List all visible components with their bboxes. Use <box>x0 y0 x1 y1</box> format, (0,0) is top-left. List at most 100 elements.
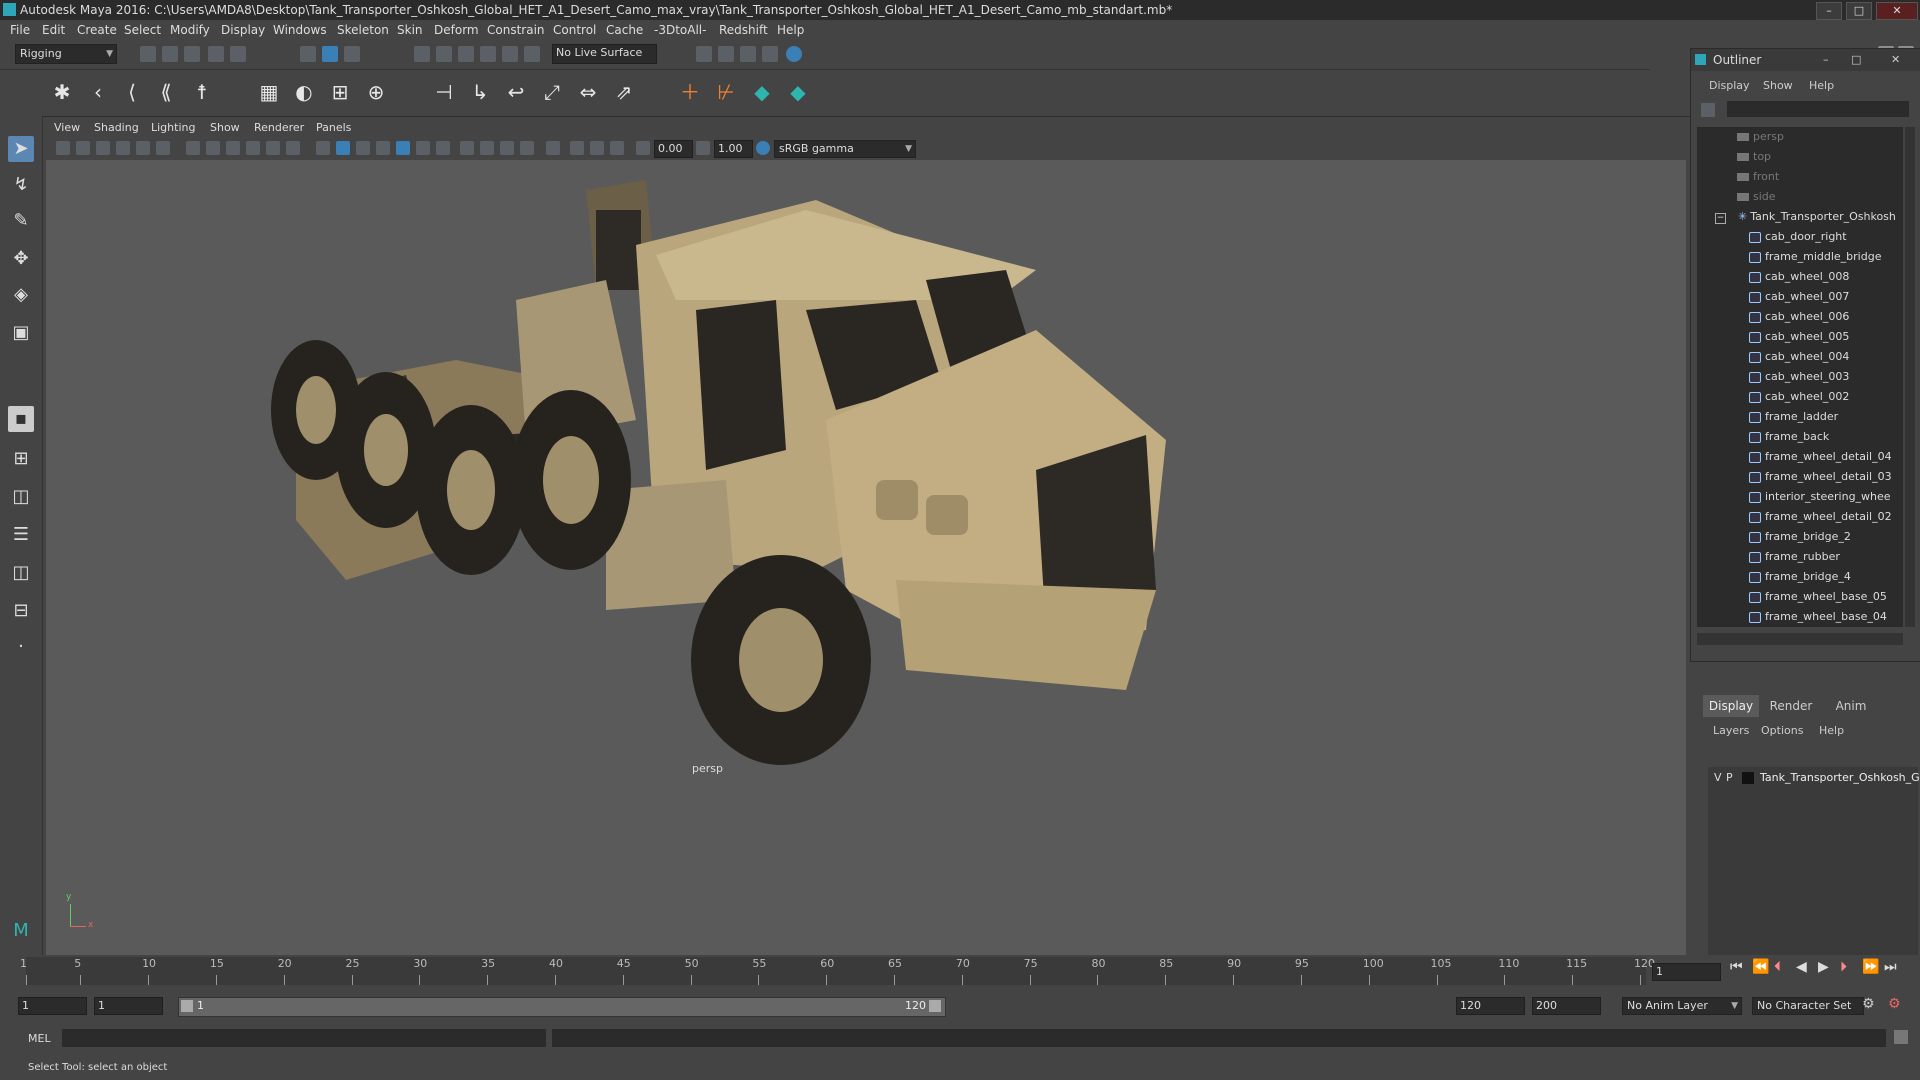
auto-key-icon[interactable]: ⚙ <box>1862 996 1875 1012</box>
outliner-item[interactable]: interior_steering_whee <box>1749 487 1903 507</box>
collapse-toggle-icon[interactable]: − <box>1715 213 1726 224</box>
gamma-icon[interactable] <box>696 141 710 155</box>
menu-select[interactable]: Select <box>124 23 161 37</box>
isolate-select-icon[interactable] <box>546 141 560 155</box>
gate-mask-icon[interactable] <box>246 141 260 155</box>
close-button[interactable]: ✕ <box>1876 2 1918 20</box>
smooth-shade-icon[interactable] <box>336 141 350 155</box>
menu-help[interactable]: Help <box>777 23 804 37</box>
sculpt-deformer-icon[interactable]: ◐ <box>290 78 318 106</box>
menu-windows[interactable]: Windows <box>273 23 327 37</box>
filter-icon[interactable] <box>1701 103 1715 117</box>
textured-icon[interactable] <box>396 141 410 155</box>
outliner-titlebar[interactable]: Outliner – □ ✕ <box>1691 49 1920 71</box>
maya-m-icon[interactable]: ◆ <box>748 78 776 106</box>
xray-icon[interactable] <box>570 141 584 155</box>
redo-icon[interactable] <box>230 46 246 62</box>
outliner-vscrollbar[interactable] <box>1905 127 1915 627</box>
tab-anim[interactable]: Anim <box>1823 695 1879 717</box>
vp-menu-shading[interactable]: Shading <box>94 121 139 134</box>
render-view-icon[interactable] <box>762 46 778 62</box>
script-editor-icon[interactable] <box>1894 1030 1908 1044</box>
maya-m2-icon[interactable]: ◆ <box>784 78 812 106</box>
wireframe-icon[interactable] <box>316 141 330 155</box>
viewport-3d[interactable]: persp y x <box>46 160 1686 955</box>
outliner-layout-icon[interactable]: ☰ <box>8 522 34 548</box>
menu-3dtoall[interactable]: -3DtoAll- <box>654 23 706 37</box>
anim-layer-dropdown[interactable]: No Anim Layer ▼ <box>1622 997 1742 1015</box>
scale-constraint-icon[interactable]: ⤢ <box>538 78 566 106</box>
outliner-group[interactable]: − ✳ Tank_Transporter_Oshkosh <box>1715 207 1903 227</box>
depth-of-field-icon[interactable] <box>520 141 534 155</box>
step-back-key-icon[interactable]: ⏪ <box>1752 959 1769 975</box>
mel-label[interactable]: MEL <box>28 1032 51 1045</box>
menu-deform[interactable]: Deform <box>434 23 479 37</box>
outliner-item[interactable]: cab_wheel_005 <box>1749 327 1903 347</box>
parent-constraint-icon[interactable]: ⇔ <box>574 78 602 106</box>
goto-end-icon[interactable]: ⏭ <box>1884 959 1897 975</box>
color-space-dropdown[interactable]: sRGB gamma ▼ <box>774 140 916 158</box>
outliner-item[interactable]: frame_bridge_4 <box>1749 567 1903 587</box>
paint-select-icon[interactable]: ✎ <box>8 208 34 234</box>
preferences-icon[interactable]: ⚙ <box>1888 996 1901 1012</box>
snap-surface-icon[interactable] <box>502 46 518 62</box>
outliner-item[interactable]: cab_wheel_008 <box>1749 267 1903 287</box>
lasso-tool-icon[interactable]: ↯ <box>8 172 34 198</box>
orient-constraint-icon[interactable]: ↩ <box>502 78 530 106</box>
menu-control[interactable]: Control <box>553 23 596 37</box>
outliner-item[interactable]: cab_wheel_002 <box>1749 387 1903 407</box>
step-forward-key-icon[interactable]: ⏩ <box>1862 959 1879 975</box>
move-tool-icon[interactable]: ✥ <box>8 246 34 272</box>
outliner-item[interactable]: cab_wheel_007 <box>1749 287 1903 307</box>
open-scene-icon[interactable] <box>162 46 178 62</box>
outliner-menu-display[interactable]: Display <box>1709 79 1750 92</box>
snap-together-icon[interactable] <box>524 46 540 62</box>
outliner-camera-front[interactable]: front <box>1737 167 1903 187</box>
vp-menu-renderer[interactable]: Renderer <box>254 121 304 134</box>
current-frame-field[interactable]: 1 <box>1652 963 1721 981</box>
playback-start-field[interactable]: 1 <box>94 997 163 1015</box>
camera-select-icon[interactable] <box>56 141 70 155</box>
scale-tool-icon[interactable]: ▣ <box>8 320 34 346</box>
play-forward-icon[interactable]: ▶ <box>1818 959 1829 975</box>
outliner-camera-persp[interactable]: persp <box>1737 127 1903 147</box>
ik-handle-icon[interactable]: ‹ <box>84 78 112 106</box>
use-all-lights-icon[interactable] <box>416 141 430 155</box>
ipr-render-icon[interactable] <box>740 46 756 62</box>
outliner-item[interactable]: frame_ladder <box>1749 407 1903 427</box>
vp-menu-show[interactable]: Show <box>210 121 240 134</box>
outliner-list[interactable]: persp top front side − ✳ Tank_Transporter_… <box>1697 127 1903 627</box>
step-forward-frame-icon[interactable]: ⏵ <box>1840 959 1847 975</box>
layers-menu-options[interactable]: Options <box>1761 724 1803 737</box>
film-gate-icon[interactable] <box>206 141 220 155</box>
layer-visibility-toggle[interactable]: V <box>1714 771 1722 784</box>
minimize-button[interactable]: – <box>1816 2 1842 20</box>
bookmark-icon[interactable] <box>96 141 110 155</box>
time-ruler[interactable]: 1 5 10 15 20 25 30 35 40 45 50 55 60 65 70 75 80 85 90 95 10… <box>20 957 1655 985</box>
default-material-icon[interactable] <box>376 141 390 155</box>
outliner-item[interactable]: frame_rubber <box>1749 547 1903 567</box>
live-surface-field[interactable]: No Live Surface <box>552 44 657 64</box>
pole-vector-icon[interactable]: ⇗ <box>610 78 638 106</box>
vp-menu-lighting[interactable]: Lighting <box>151 121 195 134</box>
select-component-icon[interactable] <box>344 46 360 62</box>
menuset-dropdown[interactable]: Rigging ▼ <box>15 44 117 64</box>
ik-spline-icon[interactable]: ⟨ <box>118 78 146 106</box>
layers-menu-layers[interactable]: Layers <box>1713 724 1749 737</box>
2d-pan-zoom-icon[interactable] <box>136 141 150 155</box>
select-object-icon[interactable] <box>322 46 338 62</box>
menu-skeleton[interactable]: Skeleton <box>337 23 389 37</box>
character-set-dropdown[interactable]: No Character Set <box>1752 997 1864 1015</box>
hypershade-icon[interactable] <box>786 46 802 62</box>
outliner-item[interactable]: cab_door_right <box>1749 227 1903 247</box>
snap-grid-icon[interactable] <box>414 46 430 62</box>
snap-curve-icon[interactable] <box>436 46 452 62</box>
grease-pencil-icon[interactable] <box>156 141 170 155</box>
range-handle-end[interactable] <box>929 1000 941 1012</box>
rotate-tool-icon[interactable]: ◈ <box>8 282 34 308</box>
xray-joints-icon[interactable] <box>610 141 624 155</box>
outliner-camera-top[interactable]: top <box>1737 147 1903 167</box>
layer-name[interactable]: Tank_Transporter_Oshkosh_G <box>1760 771 1920 784</box>
wireframe-on-shaded-icon[interactable] <box>356 141 370 155</box>
humanik-icon[interactable]: ☨ <box>188 78 216 106</box>
